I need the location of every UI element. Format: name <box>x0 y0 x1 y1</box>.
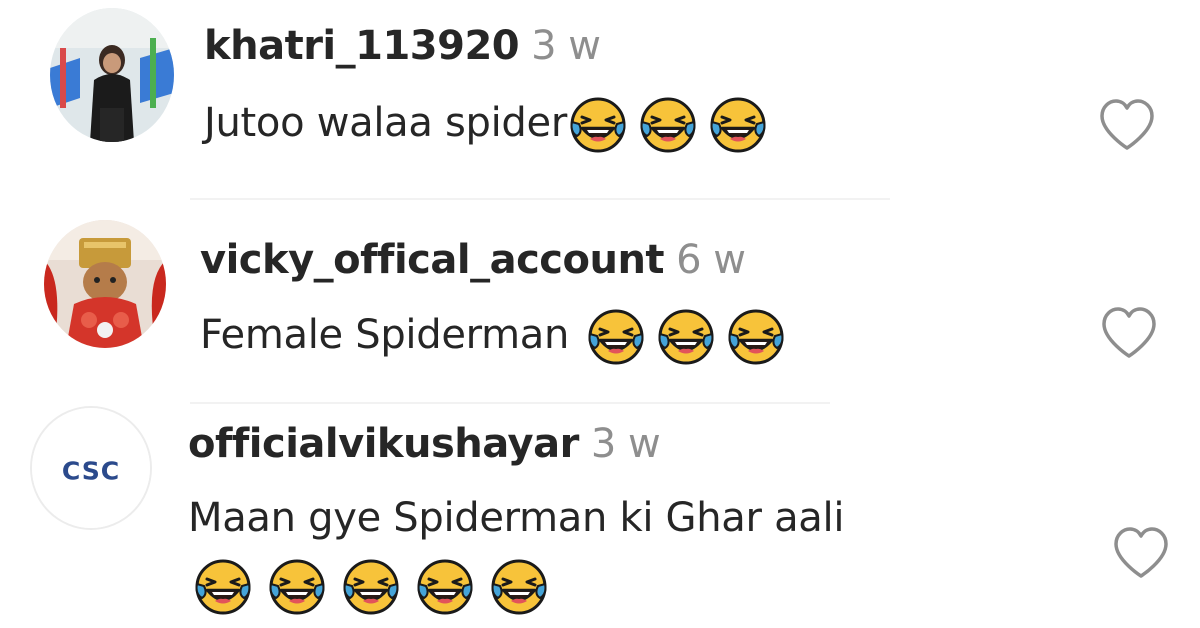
face-with-tears-of-joy-icon <box>268 558 326 616</box>
username-link[interactable]: vicky_offical_account <box>200 237 665 283</box>
comment-text: Jutoo walaa spider <box>204 96 767 154</box>
csc-logo-text: CSC <box>62 457 120 486</box>
comment-item: CSC officialvikushayar 3 w Maan gye Spide… <box>0 400 1200 628</box>
avatar[interactable]: CSC <box>30 406 152 530</box>
face-with-tears-of-joy-icon <box>569 96 627 154</box>
face-with-tears-of-joy-icon <box>490 558 548 616</box>
like-button[interactable] <box>1096 96 1158 154</box>
comment-text: Maan gye Spiderman ki Ghar aali <box>188 494 844 542</box>
comment-text: Female Spiderman <box>200 308 785 366</box>
face-with-tears-of-joy-icon <box>342 558 400 616</box>
face-with-tears-of-joy-icon <box>587 308 645 366</box>
timestamp[interactable]: 3 w <box>531 23 601 69</box>
csc-logo-icon: CSC <box>32 408 150 528</box>
person-photo-icon <box>50 8 174 142</box>
emoji-group <box>587 308 785 366</box>
like-button[interactable] <box>1098 304 1160 362</box>
comment-body: Maan gye Spiderman ki Ghar aali <box>188 495 845 541</box>
comment-meta: vicky_offical_account 6 w <box>200 236 746 284</box>
face-with-tears-of-joy-icon <box>639 96 697 154</box>
comment-body: Jutoo walaa spider <box>204 100 567 146</box>
timestamp[interactable]: 6 w <box>676 237 746 283</box>
comment-item: khatri_113920 3 w Jutoo walaa spider <box>0 0 1200 200</box>
heart-outline-icon <box>1102 307 1156 358</box>
face-with-tears-of-joy-icon <box>657 308 715 366</box>
username-link[interactable]: khatri_113920 <box>204 23 520 69</box>
comment-meta: officialvikushayar 3 w <box>188 420 661 468</box>
face-with-tears-of-joy-icon <box>709 96 767 154</box>
face-with-tears-of-joy-icon <box>416 558 474 616</box>
avatar[interactable] <box>44 220 166 348</box>
emoji-group <box>569 96 767 154</box>
emoji-group <box>194 558 548 616</box>
face-with-tears-of-joy-icon <box>194 558 252 616</box>
comment-body: Female Spiderman <box>200 312 570 358</box>
comment-text-line-2 <box>194 558 548 616</box>
heart-outline-icon <box>1114 527 1168 578</box>
heart-outline-icon <box>1100 99 1154 150</box>
avatar[interactable] <box>50 8 174 142</box>
like-button[interactable] <box>1110 524 1172 582</box>
comment-item: vicky_offical_account 6 w Female Spiderma… <box>0 200 1200 400</box>
face-with-tears-of-joy-icon <box>727 308 785 366</box>
timestamp[interactable]: 3 w <box>591 421 661 467</box>
username-link[interactable]: officialvikushayar <box>188 421 579 467</box>
statue-photo-icon <box>44 220 166 348</box>
comment-meta: khatri_113920 3 w <box>204 22 601 70</box>
comment-list: khatri_113920 3 w Jutoo walaa spider vic… <box>0 0 1200 628</box>
